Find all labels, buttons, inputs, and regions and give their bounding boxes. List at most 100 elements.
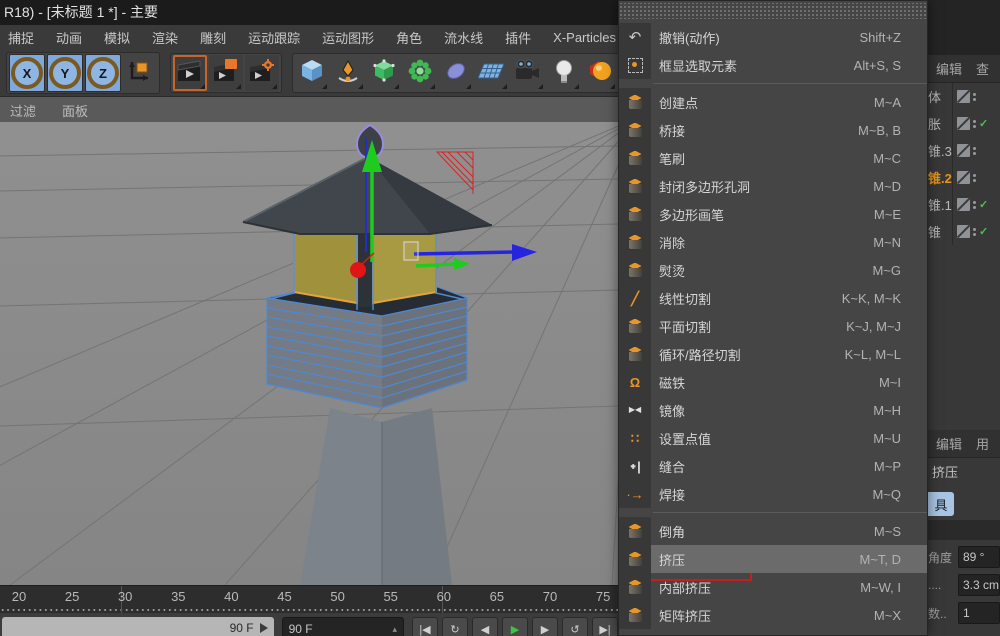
context-menu-item-倒角[interactable]: 倒角 M~S: [619, 517, 927, 545]
menubar-item-动画[interactable]: 动画: [56, 28, 82, 47]
attribute-user-menu[interactable]: 用: [976, 434, 989, 453]
visibility-dots[interactable]: [973, 93, 976, 101]
object-row[interactable]: 锥.1 ✓: [928, 191, 1000, 218]
attribute-edit-menu[interactable]: 编辑: [936, 434, 962, 453]
menubar-item-运动跟踪[interactable]: 运动跟踪: [248, 28, 300, 47]
object-row[interactable]: 胀 ✓: [928, 110, 1000, 137]
visibility-dots[interactable]: [973, 201, 976, 209]
transport-button[interactable]: ▶: [532, 617, 558, 636]
attribute-value-field[interactable]: 1: [958, 602, 1000, 624]
render-settings-button[interactable]: [245, 55, 279, 91]
transport-button[interactable]: |◀: [412, 617, 438, 636]
layer-icon[interactable]: [957, 144, 970, 157]
transport-button[interactable]: ↻: [442, 617, 468, 636]
enabled-check-icon[interactable]: ✓: [979, 225, 989, 238]
axis-lock-z-button[interactable]: Z: [85, 54, 121, 92]
origin-handle[interactable]: [350, 262, 366, 278]
attribute-value-field[interactable]: 89 °: [958, 546, 1000, 568]
add-spline-button[interactable]: [331, 55, 365, 91]
tool-options-tab[interactable]: 具: [928, 492, 954, 516]
menubar-item-捕捉[interactable]: 捕捉: [8, 28, 34, 47]
current-frame-field[interactable]: 90 F ▴: [282, 617, 404, 636]
coordinate-system-button[interactable]: [123, 55, 157, 91]
visibility-dots[interactable]: [973, 228, 976, 236]
add-primitive-button[interactable]: [295, 55, 329, 91]
viewport-3d[interactable]: [0, 122, 618, 585]
layer-icon[interactable]: [957, 198, 970, 211]
visibility-dots[interactable]: [973, 147, 976, 155]
ruler-number: 45: [272, 589, 298, 604]
axis-x-arrowhead[interactable]: [454, 258, 470, 270]
menubar-item-X-Particles[interactable]: X-Particles: [553, 30, 616, 45]
ruler-number: 60: [431, 589, 457, 604]
environment-button[interactable]: [439, 55, 473, 91]
render-to-picture-viewer-button[interactable]: [209, 55, 243, 91]
axis-z-shaft[interactable]: [414, 252, 516, 254]
context-menu-item-磁铁[interactable]: Ω 磁铁 M~I: [619, 368, 927, 396]
menubar-item-插件[interactable]: 插件: [505, 28, 531, 47]
scale-handle[interactable]: [404, 242, 418, 260]
menu-tearoff-strip[interactable]: [619, 3, 927, 19]
menubar-item-角色[interactable]: 角色: [396, 28, 422, 47]
camera-button[interactable]: [511, 55, 545, 91]
axis-lock-x-button[interactable]: X: [9, 54, 45, 92]
context-menu-item-封闭多边形孔洞[interactable]: 封闭多边形孔洞 M~D: [619, 172, 927, 200]
transport-button[interactable]: ▶: [502, 617, 528, 636]
floor-button[interactable]: [475, 55, 509, 91]
visibility-dots[interactable]: [973, 120, 976, 128]
context-menu-item-框显选取元素[interactable]: 框显选取元素 Alt+S, S: [619, 51, 927, 79]
viewport-menu-item-过滤[interactable]: 过滤: [10, 101, 36, 120]
context-menu-item-多边形画笔[interactable]: 多边形画笔 M~E: [619, 200, 927, 228]
layer-icon[interactable]: [957, 90, 970, 103]
tower-base[interactable]: [300, 408, 452, 585]
object-row[interactable]: 体: [928, 83, 1000, 110]
context-menu-item-创建点[interactable]: 创建点 M~A: [619, 88, 927, 116]
context-menu-item-循环/路径切割[interactable]: 循环/路径切割 K~L, M~L: [619, 340, 927, 368]
render-view-button[interactable]: [173, 55, 207, 91]
menubar-item-流水线[interactable]: 流水线: [444, 28, 483, 47]
menubar-item-渲染[interactable]: 渲染: [152, 28, 178, 47]
context-menu-item-焊接[interactable]: ·→ 焊接 M~Q: [619, 480, 927, 508]
transport-button[interactable]: ◀: [472, 617, 498, 636]
axis-lock-y-button[interactable]: Y: [47, 54, 83, 92]
object-row[interactable]: 锥.2: [928, 164, 1000, 191]
object-manager-edit-menu[interactable]: 编辑: [936, 59, 962, 78]
layer-icon[interactable]: [957, 117, 970, 130]
context-menu-item-撤销(动作)[interactable]: ↶ 撤销(动作) Shift+Z: [619, 23, 927, 51]
axis-x-shaft[interactable]: [416, 264, 456, 266]
deformer-button[interactable]: [403, 55, 437, 91]
layer-icon[interactable]: [957, 171, 970, 184]
material-button[interactable]: [583, 55, 617, 91]
visibility-dots[interactable]: [973, 174, 976, 182]
layer-icon[interactable]: [957, 225, 970, 238]
context-menu-item-矩阵挤压[interactable]: 矩阵挤压 M~X: [619, 601, 927, 629]
context-menu-item-消除[interactable]: 消除 M~N: [619, 228, 927, 256]
context-menu-item-桥接[interactable]: 桥接 M~B, B: [619, 116, 927, 144]
context-menu-item-缝合[interactable]: ᛭| 缝合 M~P: [619, 452, 927, 480]
context-menu-item-镜像[interactable]: ▶◀ 镜像 M~H: [619, 396, 927, 424]
context-menu-item-内部挤压[interactable]: 内部挤压 M~W, I: [619, 573, 927, 601]
subdivision-surface-button[interactable]: [367, 55, 401, 91]
menubar-item-雕刻[interactable]: 雕刻: [200, 28, 226, 47]
timeline-powerslider[interactable]: 90 F: [2, 617, 274, 636]
object-row[interactable]: 锥 ✓: [928, 218, 1000, 245]
context-menu-item-设置点值[interactable]: ∷ 设置点值 M~U: [619, 424, 927, 452]
object-row[interactable]: 锥.3: [928, 137, 1000, 164]
viewport-menu-item-面板[interactable]: 面板: [62, 101, 88, 120]
menubar-item-运动图形[interactable]: 运动图形: [322, 28, 374, 47]
enabled-check-icon[interactable]: ✓: [979, 117, 989, 130]
context-menu-item-熨烫[interactable]: 熨烫 M~G: [619, 256, 927, 284]
attribute-value-field[interactable]: 3.3 cm: [958, 574, 1000, 596]
context-menu-item-平面切割[interactable]: 平面切割 K~J, M~J: [619, 312, 927, 340]
transport-button[interactable]: ↺: [562, 617, 588, 636]
timeline-ruler[interactable]: 202530354045505560657075: [0, 585, 618, 614]
transport-button[interactable]: ▶|: [592, 617, 618, 636]
enabled-check-icon[interactable]: ✓: [979, 198, 989, 211]
menubar-item-模拟[interactable]: 模拟: [104, 28, 130, 47]
context-menu-item-笔刷[interactable]: 笔刷 M~C: [619, 144, 927, 172]
plane-handle[interactable]: [437, 152, 473, 194]
context-menu-item-线性切割[interactable]: ╱ 线性切割 K~K, M~K: [619, 284, 927, 312]
light-button[interactable]: [547, 55, 581, 91]
object-manager-view-menu[interactable]: 查: [976, 59, 989, 78]
context-menu-item-挤压[interactable]: 挤压 M~T, D: [619, 545, 927, 573]
